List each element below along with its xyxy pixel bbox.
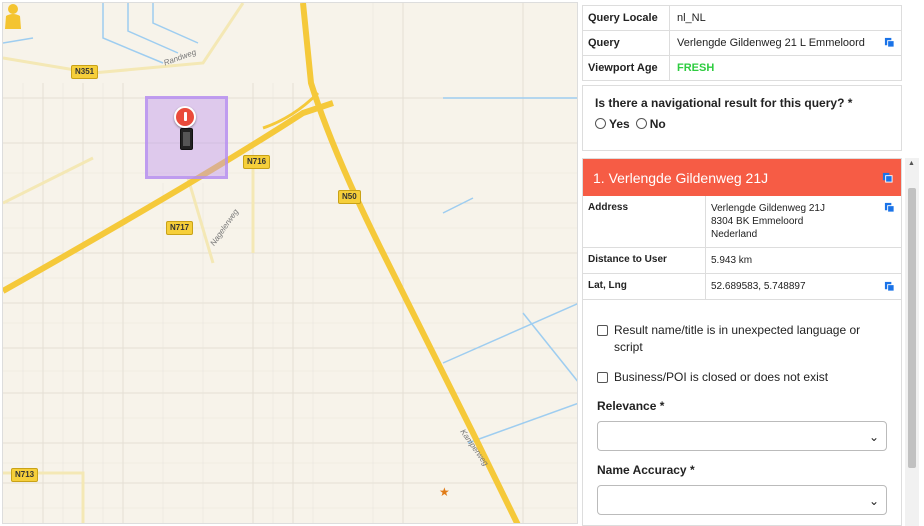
query-value: Verlengde Gildenweg 21 L Emmeloord xyxy=(677,37,865,49)
road-badge-n351: N351 xyxy=(71,65,99,79)
copy-latlng-icon[interactable] xyxy=(884,281,895,292)
query-locale-label: Query Locale xyxy=(583,6,670,30)
query-locale-row: Query Locale nl_NL xyxy=(583,6,901,31)
closed-business-label: Business/POI is closed or does not exist xyxy=(614,370,829,384)
copy-address-icon[interactable] xyxy=(884,202,895,213)
query-locale-value: nl_NL xyxy=(677,12,706,24)
latlng-row: Lat, Lng 52.689583, 5.748897 xyxy=(583,274,901,300)
name-accuracy-select[interactable]: ⌄ xyxy=(597,485,887,515)
map-pin-icon[interactable] xyxy=(174,106,196,128)
latlng-value: 52.689583, 5.748897 xyxy=(711,281,806,292)
scroll-thumb[interactable] xyxy=(908,188,916,468)
viewport-age-value: FRESH xyxy=(677,62,715,74)
yes-radio-option[interactable]: Yes xyxy=(595,117,630,131)
user-device-icon xyxy=(180,128,193,150)
pegman-icon[interactable] xyxy=(3,3,23,29)
copy-title-icon[interactable] xyxy=(882,172,893,183)
road-badge-n713: N713 xyxy=(11,468,39,482)
address-line-3: Nederland xyxy=(711,229,758,240)
closed-business-checkbox[interactable] xyxy=(597,372,608,383)
address-label: Address xyxy=(583,196,706,247)
no-label: No xyxy=(649,117,666,131)
copy-query-icon[interactable] xyxy=(884,37,895,48)
yes-label: Yes xyxy=(609,117,630,131)
unexpected-language-label: Result name/title is in unexpected langu… xyxy=(614,323,861,354)
relevance-label: Relevance * xyxy=(597,399,665,413)
result-title: 1. Verlengde Gildenweg 21J xyxy=(593,170,769,186)
address-row: Address Verlengde Gildenweg 21J 8304 BK … xyxy=(583,196,901,248)
evaluation-panel: Query Locale nl_NL Query Verlengde Gilde… xyxy=(582,0,924,526)
yes-radio[interactable] xyxy=(595,118,606,129)
result-header: 1. Verlengde Gildenweg 21J xyxy=(583,159,901,196)
query-value-cell: Verlengde Gildenweg 21 L Emmeloord xyxy=(670,31,901,55)
chevron-down-icon: ⌄ xyxy=(868,430,879,444)
latlng-value-cell: 52.689583, 5.748897 xyxy=(706,274,901,299)
road-badge-n50: N50 xyxy=(338,190,361,204)
chevron-down-icon: ⌄ xyxy=(868,494,879,508)
query-label: Query xyxy=(583,31,670,55)
navigational-question: Is there a navigational result for this … xyxy=(582,85,902,151)
result-scrollbar[interactable]: ▲ xyxy=(905,158,919,526)
address-value: Verlengde Gildenweg 21J 8304 BK Emmeloor… xyxy=(706,196,901,247)
map-view[interactable]: N351 N716 N717 N50 N713 Randweg Nagelerw… xyxy=(2,2,578,524)
closed-business-checkbox-row[interactable]: Business/POI is closed or does not exist xyxy=(597,369,887,386)
road-badge-n716: N716 xyxy=(243,155,271,169)
distance-label: Distance to User xyxy=(583,248,706,273)
distance-value: 5.943 km xyxy=(711,255,753,266)
query-row: Query Verlengde Gildenweg 21 L Emmeloord xyxy=(583,31,901,56)
question-text: Is there a navigational result for this … xyxy=(595,96,853,110)
result-star-icon: ★ xyxy=(439,485,450,499)
distance-row: Distance to User 5.943 km xyxy=(583,248,901,274)
road-badge-n717: N717 xyxy=(166,221,194,235)
map-canvas xyxy=(3,3,577,523)
name-accuracy-label: Name Accuracy * xyxy=(597,463,695,477)
result-card: 1. Verlengde Gildenweg 21J Address Verle… xyxy=(582,158,902,526)
scroll-up-icon[interactable]: ▲ xyxy=(908,160,915,167)
no-radio[interactable] xyxy=(635,118,647,129)
viewport-age-row: Viewport Age FRESH xyxy=(583,56,901,81)
address-line-2: 8304 BK Emmeloord xyxy=(711,216,804,227)
viewport-age-label: Viewport Age xyxy=(583,56,670,80)
no-radio-option[interactable]: No xyxy=(635,117,666,131)
address-line-1: Verlengde Gildenweg 21J xyxy=(711,203,825,214)
unexpected-language-checkbox-row[interactable]: Result name/title is in unexpected langu… xyxy=(597,322,887,356)
latlng-label: Lat, Lng xyxy=(583,274,706,299)
relevance-select[interactable]: ⌄ xyxy=(597,421,887,451)
unexpected-language-checkbox[interactable] xyxy=(597,325,608,336)
query-info-table: Query Locale nl_NL Query Verlengde Gilde… xyxy=(582,5,902,81)
